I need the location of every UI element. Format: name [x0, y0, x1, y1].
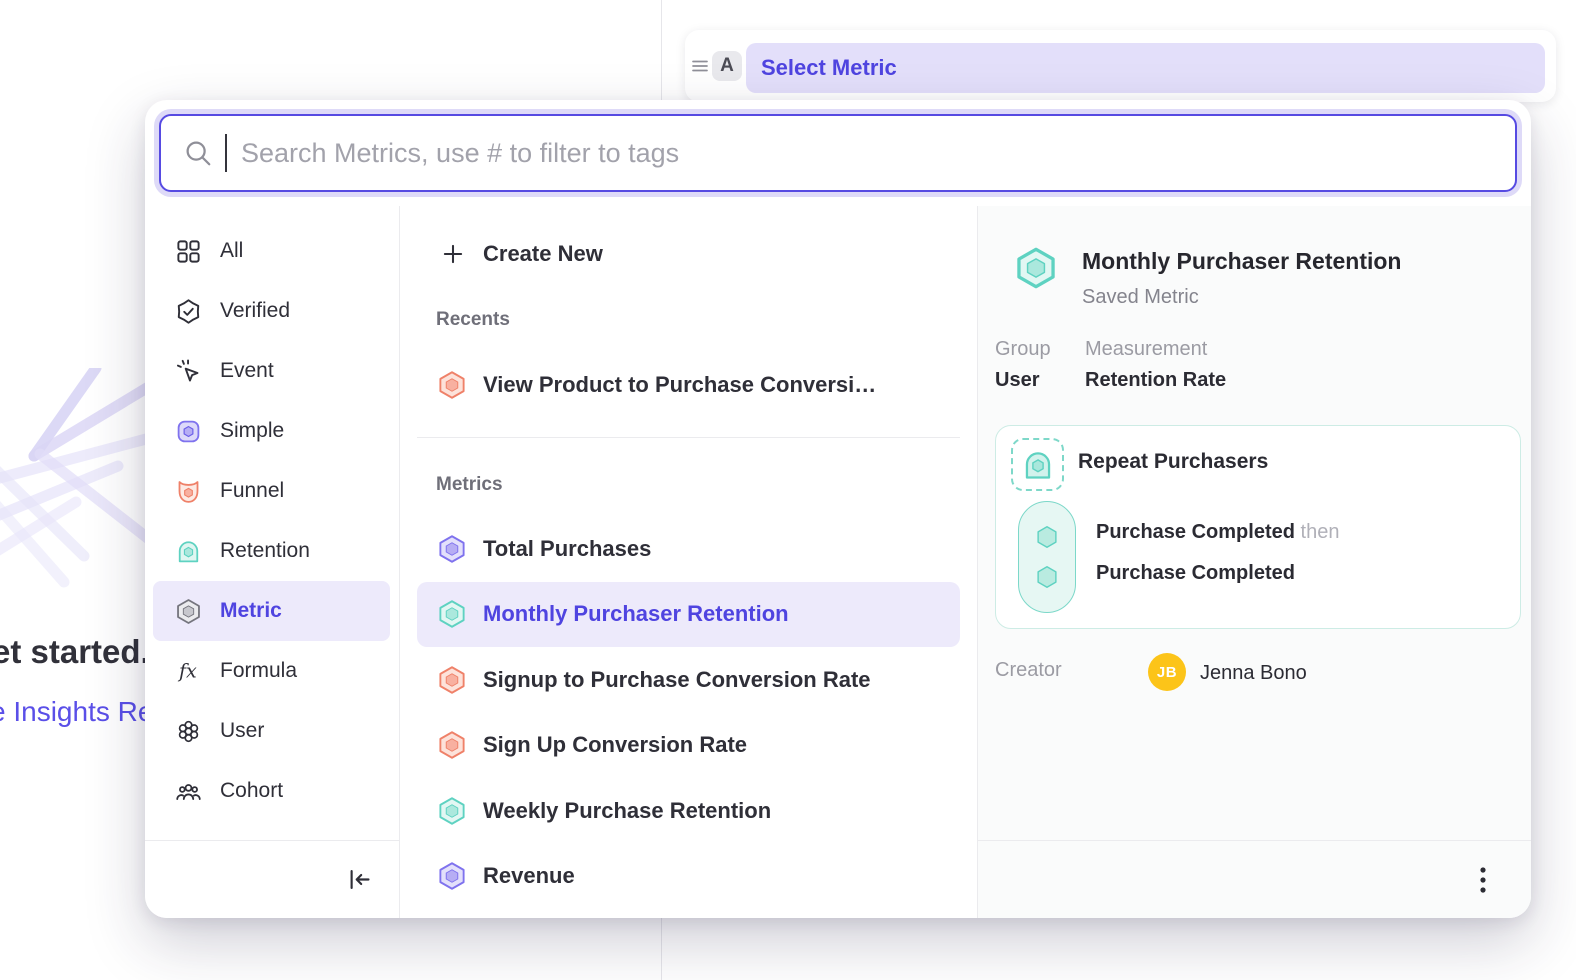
- step-hexagon-icon: [1034, 564, 1060, 590]
- funnel-metric-icon: [437, 665, 467, 695]
- collapse-sidebar-icon[interactable]: [346, 866, 373, 893]
- sidebar-item-user[interactable]: User: [153, 701, 390, 761]
- metrics-section-header: Metrics: [436, 474, 503, 496]
- definition-step-1: Purchase Completed then: [1096, 521, 1339, 544]
- query-builder-row: A Select Metric: [685, 30, 1556, 102]
- grid-icon: [175, 238, 202, 265]
- sidebar-item-verified[interactable]: Verified: [153, 281, 390, 341]
- sidebar-footer: [145, 840, 399, 918]
- sidebar-item-label: User: [220, 719, 264, 743]
- metric-item-total-purchases[interactable]: Total Purchases: [417, 516, 960, 582]
- metric-item-sign-up-conversion[interactable]: Sign Up Conversion Rate: [417, 713, 960, 779]
- metric-item-monthly-purchaser-retention[interactable]: Monthly Purchaser Retention: [417, 582, 960, 648]
- metric-item-weekly-purchase-retention[interactable]: Weekly Purchase Retention: [417, 778, 960, 844]
- svg-text:fx: fx: [177, 659, 197, 682]
- step-hexagon-icon: [1034, 524, 1060, 550]
- metric-item-label: Total Purchases: [483, 536, 651, 562]
- recents-section-header: Recents: [436, 309, 510, 331]
- creator-name: Jenna Bono: [1200, 662, 1307, 685]
- metric-item-label: Revenue: [483, 863, 575, 889]
- sidebar-item-label: Verified: [220, 299, 290, 323]
- sidebar-item-cohort[interactable]: Cohort: [153, 761, 390, 821]
- metric-item-label: Monthly Purchaser Retention: [483, 601, 789, 627]
- sidebar-item-label: All: [220, 239, 243, 263]
- search-input[interactable]: [239, 138, 1493, 169]
- retention-definition-icon: [1011, 438, 1064, 491]
- sidebar-item-label: Event: [220, 359, 274, 383]
- group-label: Group: [995, 338, 1051, 361]
- measurement-label: Measurement: [1085, 338, 1207, 361]
- metric-row-badge[interactable]: A: [712, 51, 742, 81]
- decorative-chart-lines: [0, 368, 160, 618]
- simple-metric-icon: [175, 418, 202, 445]
- metrics-list: Total Purchases Monthly Purchaser Retent…: [417, 516, 960, 909]
- text-cursor: [225, 134, 227, 172]
- cohort-icon: [175, 778, 202, 805]
- recent-metric-label: View Product to Purchase Conversi…: [483, 372, 876, 398]
- detail-footer: [978, 840, 1531, 918]
- measurement-value: Retention Rate: [1085, 369, 1226, 392]
- metric-list-column: Create New Recents View Product to Purch…: [400, 206, 978, 918]
- category-sidebar: All Verified Event: [145, 206, 400, 918]
- search-icon: [183, 138, 213, 168]
- metric-picker-modal: All Verified Event: [145, 100, 1531, 918]
- sidebar-item-label: Simple: [220, 419, 284, 443]
- creator-avatar: JB: [1148, 653, 1186, 691]
- drag-handle-icon[interactable]: [690, 56, 710, 81]
- creator-label: Creator: [995, 659, 1062, 682]
- user-cluster-icon: [175, 718, 202, 745]
- sidebar-item-label: Funnel: [220, 479, 284, 503]
- retention-steps-capsule: [1018, 501, 1076, 613]
- background-insights-link[interactable]: e Insights Re: [0, 696, 153, 728]
- formula-icon: fx: [175, 658, 202, 685]
- metric-item-signup-to-purchase[interactable]: Signup to Purchase Conversion Rate: [417, 647, 960, 713]
- create-new-label: Create New: [483, 241, 603, 267]
- verified-badge-icon: [175, 298, 202, 325]
- cursor-click-icon: [175, 358, 202, 385]
- metric-hexagon-icon: [175, 598, 202, 625]
- search-box[interactable]: [159, 114, 1517, 192]
- simple-metric-icon: [437, 861, 467, 891]
- metric-item-label: Weekly Purchase Retention: [483, 798, 771, 824]
- list-divider: [417, 437, 960, 438]
- sidebar-item-all[interactable]: All: [153, 221, 390, 281]
- group-value: User: [995, 369, 1039, 392]
- sidebar-item-label: Cohort: [220, 779, 283, 803]
- definition-step-2: Purchase Completed: [1096, 562, 1295, 585]
- sidebar-item-label: Formula: [220, 659, 297, 683]
- metric-item-revenue[interactable]: Revenue: [417, 844, 960, 910]
- retention-icon: [175, 538, 202, 565]
- background-heading-fragment: et started.: [0, 633, 150, 671]
- sidebar-item-metric[interactable]: Metric: [153, 581, 390, 641]
- sidebar-item-formula[interactable]: fx Formula: [153, 641, 390, 701]
- sidebar-item-simple[interactable]: Simple: [153, 401, 390, 461]
- more-options-icon[interactable]: [1471, 862, 1495, 898]
- select-metric-pill[interactable]: Select Metric: [746, 43, 1545, 93]
- sidebar-item-retention[interactable]: Retention: [153, 521, 390, 581]
- detail-subtitle: Saved Metric: [1082, 286, 1199, 309]
- recent-metric-item[interactable]: View Product to Purchase Conversi…: [417, 353, 960, 417]
- simple-metric-icon: [437, 534, 467, 564]
- retention-metric-icon-large: [1014, 246, 1058, 290]
- sidebar-item-label: Retention: [220, 539, 310, 563]
- sidebar-item-event[interactable]: Event: [153, 341, 390, 401]
- retention-metric-icon: [437, 796, 467, 826]
- retention-metric-icon: [437, 599, 467, 629]
- plus-icon: [440, 241, 466, 267]
- metric-item-label: Signup to Purchase Conversion Rate: [483, 667, 871, 693]
- create-new-button[interactable]: Create New: [440, 230, 603, 278]
- metric-detail-panel: Monthly Purchaser Retention Saved Metric…: [978, 206, 1531, 918]
- metric-item-label: Sign Up Conversion Rate: [483, 732, 747, 758]
- detail-title: Monthly Purchaser Retention: [1082, 248, 1401, 275]
- step-connector: then: [1301, 521, 1340, 543]
- funnel-metric-icon: [437, 370, 467, 400]
- sidebar-item-label: Metric: [220, 599, 282, 623]
- definition-name: Repeat Purchasers: [1078, 450, 1268, 474]
- sidebar-item-funnel[interactable]: Funnel: [153, 461, 390, 521]
- funnel-metric-icon: [437, 730, 467, 760]
- metric-definition-card: Repeat Purchasers Purchase Completed the…: [995, 425, 1521, 629]
- category-list: All Verified Event: [145, 221, 398, 821]
- funnel-icon: [175, 478, 202, 505]
